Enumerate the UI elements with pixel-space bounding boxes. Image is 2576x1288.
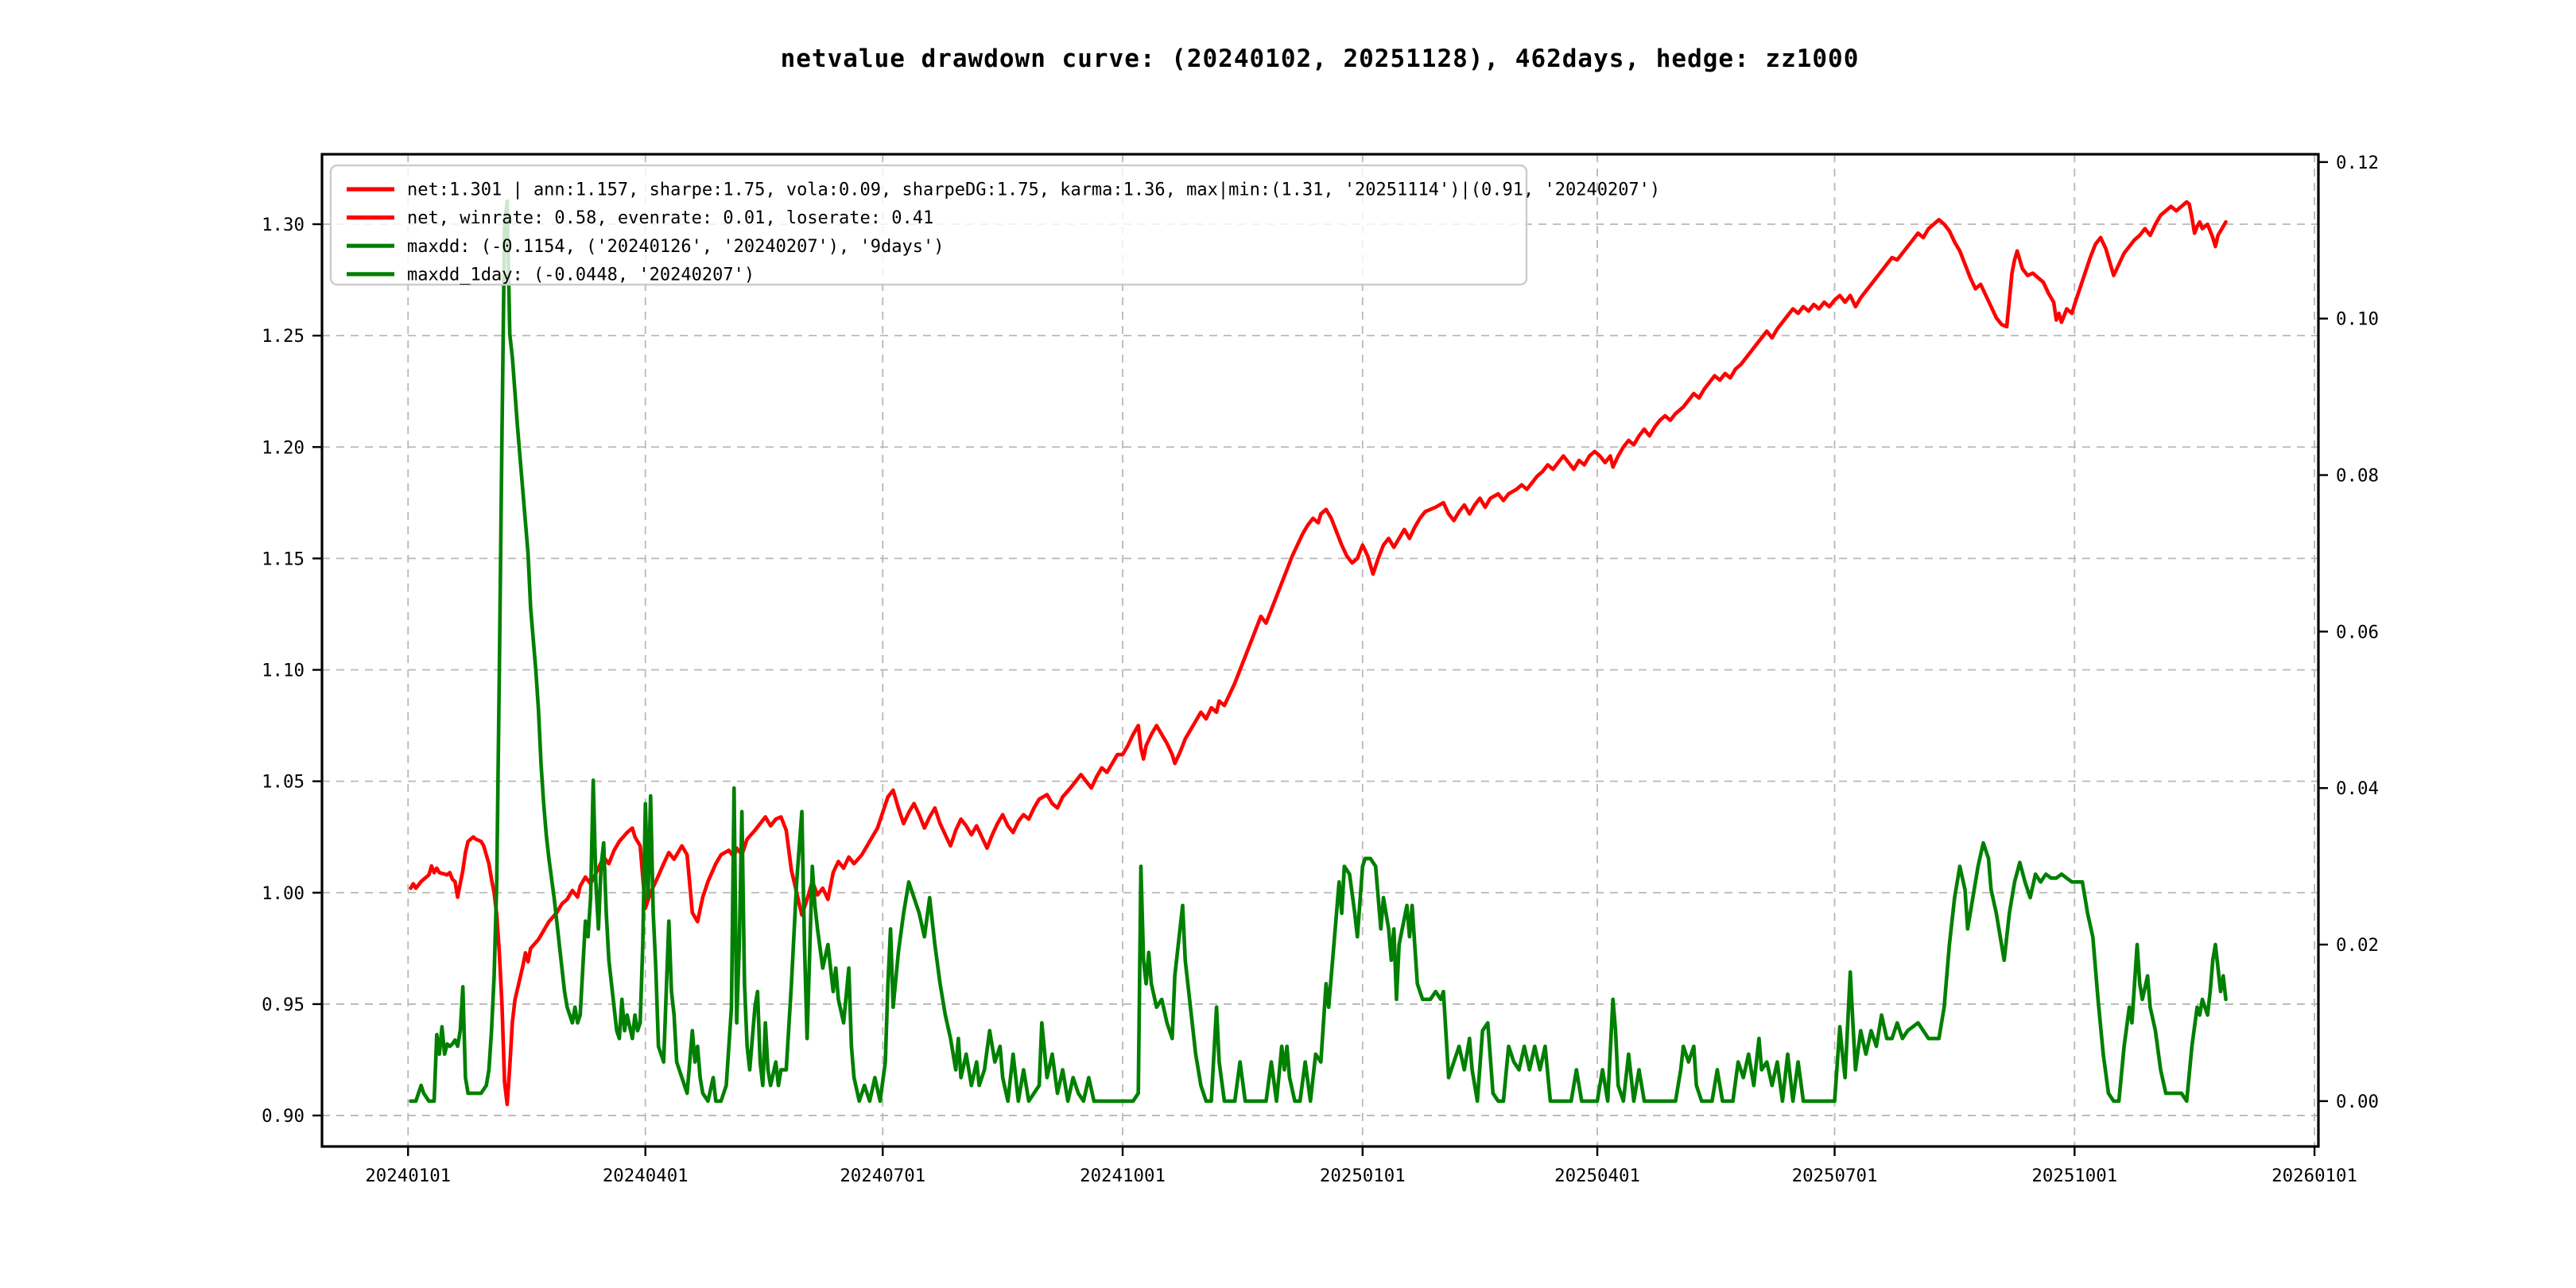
y-left-tick-label: 1.20 [262, 437, 305, 458]
y-left-tick-label: 1.15 [262, 549, 305, 569]
y-left-tick-label: 0.90 [262, 1106, 305, 1127]
x-axis-tick-label: 20250701 [1792, 1166, 1878, 1186]
legend: net:1.301 | ann:1.157, sharpe:1.75, vola… [329, 164, 1660, 286]
y-right-tick-label: 0.12 [2336, 153, 2379, 173]
legend-entry-label: maxdd_1day: (-0.0448, '20240207') [407, 265, 755, 285]
legend-entry-label: net:1.301 | ann:1.157, sharpe:1.75, vola… [407, 180, 1660, 200]
x-axis-tick-label: 20240401 [603, 1166, 689, 1186]
y-left-tick-label: 1.25 [262, 326, 305, 347]
chart-canvas: 20240101 20240401 20240701 20241001 20250101… [262, 45, 2379, 1186]
y-right-tick-label: 0.00 [2336, 1092, 2379, 1112]
y-left-tick-label: 1.00 [262, 883, 305, 904]
y-right-tick-label: 0.02 [2336, 935, 2379, 956]
x-axis-tick-label: 20240701 [840, 1166, 925, 1186]
y-right-tick-label: 0.04 [2336, 778, 2379, 799]
y-right-tick-label: 0.08 [2336, 466, 2379, 487]
legend-entry-label: net, winrate: 0.58, evenrate: 0.01, lose… [407, 208, 933, 228]
x-axis-tick-label: 20241001 [1080, 1166, 1166, 1186]
y-right-tick-label: 0.06 [2336, 622, 2379, 642]
y-right-tick-label: 0.10 [2336, 309, 2379, 330]
net-curve [409, 200, 2228, 1107]
series-lines [409, 199, 2228, 1107]
y-left-tick-label: 1.30 [262, 215, 305, 235]
x-axis-tick-label: 20240101 [365, 1166, 451, 1186]
x-axis-tick-label: 20250401 [1554, 1166, 1640, 1186]
y-left-tick-label: 1.10 [262, 661, 305, 681]
legend-entry-label: maxdd: (-0.1154, ('20240126', '20240207'… [407, 237, 945, 257]
x-axis-tick-label: 20260101 [2271, 1166, 2357, 1186]
chart-title: netvalue drawdown curve: (20240102, 2025… [781, 45, 1860, 73]
x-axis-tick-label: 20251001 [2031, 1166, 2117, 1186]
y-left-tick-label: 0.95 [262, 995, 305, 1015]
netvalue-drawdown-figure: 20240101 20240401 20240701 20241001 20250101… [0, 0, 2576, 1288]
x-axis-tick-label: 20250101 [1320, 1166, 1406, 1186]
y-left-tick-label: 1.05 [262, 772, 305, 793]
